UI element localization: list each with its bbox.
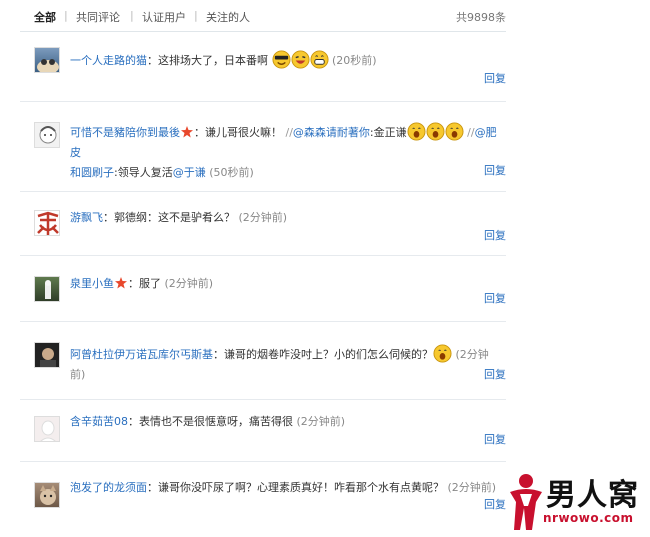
tab-separator: | bbox=[64, 9, 68, 22]
comment-text: 泉里小鱼 ：服了 (2分钟前) bbox=[70, 274, 502, 294]
avatar[interactable] bbox=[34, 276, 60, 302]
comment-text: 游飘飞：郭德纲：这不是驴肴么？ (2分钟前) bbox=[70, 208, 502, 228]
brand-url: nrwowo.com bbox=[543, 511, 634, 525]
comment-text: 泡发了的龙须面：谦哥你没吓尿了啊？心理素质真好！咋看那个水有点黄呢？ (2分钟前… bbox=[70, 478, 502, 498]
comment-item: 可惜不是豬陪你到最後 ：谦儿哥很火嘛！ //@森森请耐著你:金正谦 //@肥皮 和… bbox=[20, 102, 506, 192]
mention-link[interactable]: @森森请耐著你 bbox=[293, 126, 370, 139]
comment-time: (2分钟前) bbox=[447, 481, 497, 494]
comment-content: ：这排场大了，日本番啊 bbox=[147, 54, 268, 67]
comment-time: (20秒前) bbox=[332, 54, 377, 67]
comment-username[interactable]: 泉里小鱼 bbox=[70, 277, 114, 290]
avatar[interactable] bbox=[34, 47, 60, 73]
comment-text: 含辛茹苦08：表情也不是很惬意呀，痛苦得很 (2分钟前) bbox=[70, 412, 502, 432]
comment-content: ：谦哥你没吓尿了啊？心理素质真好！咋看那个水有点黄呢？ bbox=[147, 481, 444, 494]
comment-content: :金正谦 bbox=[369, 126, 407, 139]
tab-all[interactable]: 全部 bbox=[34, 9, 56, 25]
emoticon-laugh-icon bbox=[290, 50, 310, 69]
comment-content: :领导人复活 bbox=[114, 166, 173, 179]
tab-following[interactable]: 关注的人 bbox=[206, 9, 250, 25]
comment-text: 阿曾杜拉伊万诺瓦库尔丐斯基：谦哥的烟卷咋没吋上？小的们怎么伺候的？ (2分钟前) bbox=[70, 344, 502, 385]
repost-separator: // bbox=[467, 126, 475, 139]
comment-time: (50秒前) bbox=[209, 166, 254, 179]
comment-content: ：表情也不是很惬意呀，痛苦得很 bbox=[128, 415, 293, 428]
comment-content: ：服了 bbox=[128, 277, 161, 290]
comment-time: (2分钟前) bbox=[296, 415, 346, 428]
comment-text: 可惜不是豬陪你到最後 ：谦儿哥很火嘛！ //@森森请耐著你:金正谦 //@肥皮 和… bbox=[70, 122, 502, 183]
filter-tabs: 全部 | 共同评论 | 认证用户 | 关注的人 共9898条 bbox=[34, 9, 506, 27]
mention-link[interactable]: 和圆刷子 bbox=[70, 166, 114, 179]
comment-username[interactable]: 游飘飞 bbox=[70, 211, 103, 224]
comment-time: (2分钟前) bbox=[238, 211, 288, 224]
tab-separator: | bbox=[130, 9, 134, 22]
comment-content: ：谦儿哥很火嘛！ bbox=[194, 126, 282, 139]
comment-item: 一个人走路的猫：这排场大了，日本番啊 (20秒前) 回复 bbox=[20, 36, 506, 102]
reply-link[interactable]: 回复 bbox=[484, 70, 506, 86]
avatar[interactable] bbox=[34, 210, 60, 236]
avatar[interactable] bbox=[34, 482, 60, 508]
avatar[interactable] bbox=[34, 122, 60, 148]
avatar[interactable] bbox=[34, 342, 60, 368]
total-count: 共9898条 bbox=[456, 11, 506, 24]
repost-separator: // bbox=[285, 126, 293, 139]
comment-username[interactable]: 泡发了的龙须面 bbox=[70, 481, 147, 494]
emoticon-yawn-icon bbox=[407, 122, 426, 141]
comment-item: 游飘飞：郭德纲：这不是驴肴么？ (2分钟前) 回复 bbox=[20, 192, 506, 256]
brand-name: 男人窝 bbox=[546, 478, 639, 513]
comment-username[interactable]: 含辛茹苦08 bbox=[70, 415, 128, 428]
emoticon-yawn-icon bbox=[445, 122, 464, 141]
vip-star-icon bbox=[180, 126, 194, 139]
comment-panel: 全部 | 共同评论 | 认证用户 | 关注的人 共9898条 一个人走路的猫：这… bbox=[0, 0, 650, 537]
reply-link[interactable]: 回复 bbox=[484, 227, 506, 243]
avatar[interactable] bbox=[34, 416, 60, 442]
comment-item: 阿曾杜拉伊万诺瓦库尔丐斯基：谦哥的烟卷咋没吋上？小的们怎么伺候的？ (2分钟前)… bbox=[20, 322, 506, 400]
emoticon-yawn-icon bbox=[433, 344, 452, 363]
emoticon-cool-icon bbox=[271, 50, 291, 69]
emoticon-yawn-icon bbox=[426, 122, 445, 141]
comment-content: ：谦哥的烟卷咋没吋上？小的们怎么伺候的？ bbox=[213, 348, 433, 361]
reply-link[interactable]: 回复 bbox=[484, 162, 506, 178]
tab-common-comments[interactable]: 共同评论 bbox=[76, 9, 120, 25]
comment-username[interactable]: 一个人走路的猫 bbox=[70, 54, 147, 67]
comment-item: 泡发了的龙须面：谦哥你没吓尿了啊？心理素质真好！咋看那个水有点黄呢？ (2分钟前… bbox=[20, 462, 506, 528]
comment-username[interactable]: 可惜不是豬陪你到最後 bbox=[70, 126, 180, 139]
reply-link[interactable]: 回复 bbox=[484, 431, 506, 447]
reply-link[interactable]: 回复 bbox=[484, 290, 506, 306]
tab-verified-users[interactable]: 认证用户 bbox=[142, 9, 186, 25]
divider bbox=[20, 31, 506, 32]
comment-username[interactable]: 阿曾杜拉伊万诺瓦库尔丐斯基 bbox=[70, 348, 213, 361]
comment-item: 泉里小鱼 ：服了 (2分钟前) 回复 bbox=[20, 256, 506, 322]
emoticon-grin-icon bbox=[309, 50, 329, 69]
comment-text: 一个人走路的猫：这排场大了，日本番啊 (20秒前) bbox=[70, 50, 502, 71]
reply-link[interactable]: 回复 bbox=[484, 366, 506, 382]
comment-content: ：郭德纲：这不是驴肴么？ bbox=[103, 211, 235, 224]
comment-item: 含辛茹苦08：表情也不是很惬意呀，痛苦得很 (2分钟前) 回复 bbox=[20, 400, 506, 462]
mention-link[interactable]: @于谦 bbox=[173, 166, 206, 179]
comment-time: (2分钟前) bbox=[164, 277, 214, 290]
tab-separator: | bbox=[194, 9, 198, 22]
reply-link[interactable]: 回复 bbox=[484, 496, 506, 512]
site-watermark-logo: 男人窝 nrwowo.com bbox=[506, 468, 650, 537]
vip-star-icon bbox=[114, 277, 128, 290]
